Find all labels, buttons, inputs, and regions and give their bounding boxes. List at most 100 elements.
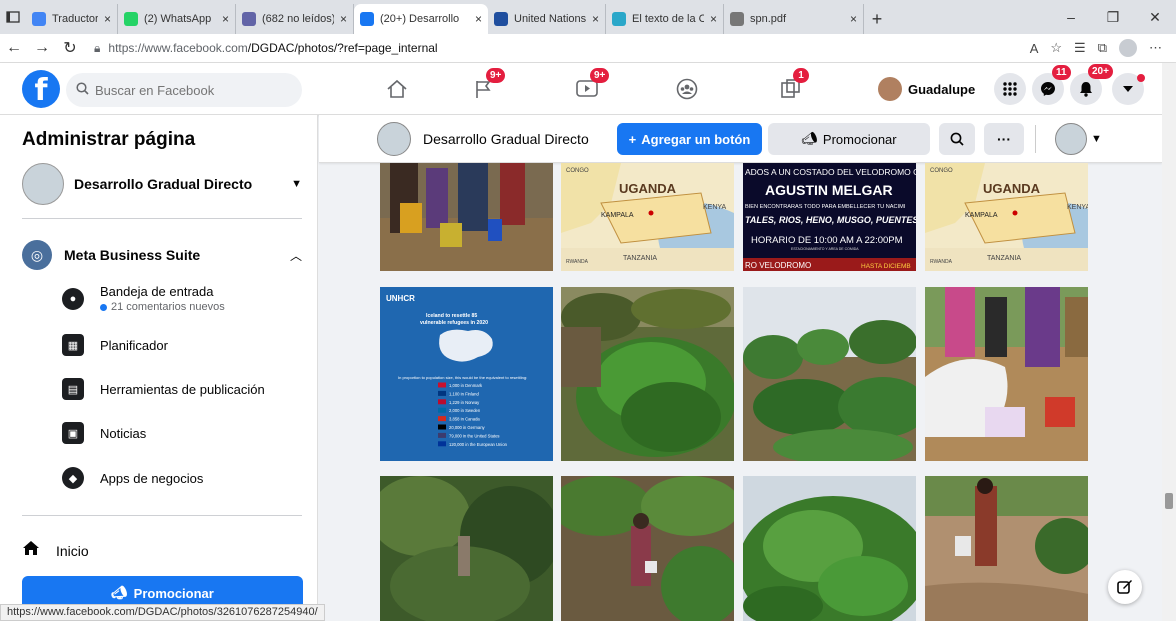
forward-icon[interactable]: → — [28, 39, 56, 57]
photo-tile[interactable] — [925, 476, 1088, 621]
tab-close-icon[interactable]: × — [475, 12, 482, 26]
business-apps-icon: ◆ — [62, 467, 84, 489]
poster-line4: TALES, RIOS, HENO, MUSGO, PUENTES — [745, 215, 916, 225]
photo-tile[interactable] — [561, 287, 734, 461]
sidebar-item-planner[interactable]: ▦ Planificador — [62, 334, 302, 356]
facebook-logo[interactable]: f — [22, 70, 60, 108]
messenger-badge: 11 — [1052, 65, 1071, 80]
photo-tile[interactable] — [743, 476, 916, 621]
page-scrollbar[interactable] — [1162, 63, 1176, 621]
scrollbar-thumb[interactable] — [1165, 493, 1173, 509]
reload-icon[interactable]: ↻ — [56, 38, 84, 58]
page-title[interactable]: Desarrollo Gradual Directo — [423, 131, 589, 147]
tab-close-icon[interactable]: × — [710, 12, 717, 26]
browser-profile-avatar[interactable] — [1119, 39, 1137, 57]
photo-tile[interactable]: UGANDA KAMPALA KENYA TANZANIA CONGO RWAN… — [561, 163, 734, 271]
browser-tab[interactable]: United Nations C × — [488, 4, 606, 34]
photo-tile[interactable]: UGANDA KAMPALA KENYA TANZANIA CONGO RWAN… — [925, 163, 1088, 271]
tab-close-icon[interactable]: × — [850, 12, 857, 26]
messenger-icon[interactable]: 11 — [1032, 65, 1071, 105]
sidebar-item-home[interactable]: Inicio — [22, 540, 89, 561]
photo-tile[interactable] — [743, 287, 916, 461]
promote-label: Promocionar — [133, 585, 214, 601]
photo-tile[interactable] — [561, 476, 734, 621]
sidebar-item-news[interactable]: ▣ Noticias — [62, 422, 302, 444]
photo-tile[interactable] — [380, 163, 553, 271]
restore-icon[interactable]: ❐ — [1092, 0, 1134, 34]
map-rw-label: RWANDA — [930, 259, 953, 265]
tab-favicon-icon — [494, 12, 508, 26]
browser-tab[interactable]: Traductor de Goo × — [26, 4, 118, 34]
tab-close-icon[interactable]: × — [592, 12, 599, 26]
photo-tile[interactable]: UNHCR Iceland to resettle 85 vulnerable r… — [380, 287, 553, 461]
page-selector[interactable]: Desarrollo Gradual Directo ▼ — [22, 163, 302, 205]
megaphone-icon: 📣︎ — [801, 131, 818, 146]
unhcr-brand: UNHCR — [386, 294, 415, 303]
new-message-button[interactable] — [1108, 570, 1142, 604]
sidebar-item-publishing-tools[interactable]: ▤ Herramientas de publicación — [62, 378, 302, 400]
search-input[interactable] — [95, 82, 275, 98]
search-box[interactable] — [66, 73, 302, 107]
browser-menu-icon[interactable]: ⋯ — [1149, 40, 1162, 56]
map-city-label: KAMPALA — [601, 212, 634, 219]
sidebar-item-business-apps[interactable]: ◆ Apps de negocios — [62, 467, 302, 489]
calendar-icon: ▦ — [62, 334, 84, 356]
pages-icon[interactable]: 9+ — [470, 68, 506, 101]
browser-tab[interactable]: (682 no leídos) - × — [236, 4, 354, 34]
more-options-button[interactable]: ··· — [984, 123, 1024, 155]
browser-tab[interactable]: spn.pdf × — [724, 4, 864, 34]
sidebar-item-label: Planificador — [100, 337, 168, 353]
profile-chip[interactable]: Guadalupe — [878, 75, 975, 103]
watch-icon[interactable]: 9+ — [574, 68, 610, 101]
tab-close-icon[interactable]: × — [340, 12, 347, 26]
url-field[interactable]: 🔒︎ https://www.facebook.com/DGDAC/photos… — [94, 41, 1030, 56]
map-west-label: CONGO — [566, 168, 589, 174]
page-search-button[interactable] — [939, 123, 975, 155]
inbox-icon: ● — [62, 287, 84, 310]
page-avatar[interactable] — [377, 122, 411, 156]
new-tab-button[interactable]: + — [864, 4, 890, 34]
promote-button[interactable]: 📣︎ Promocionar — [22, 576, 303, 607]
sidebar-item-label: Bandeja de entrada — [100, 284, 214, 299]
photo-tile[interactable] — [925, 287, 1088, 461]
tab-favicon-icon — [242, 12, 256, 26]
sidebar-item-inbox[interactable]: ● Bandeja de entrada 21 comentarios nuev… — [62, 284, 302, 313]
gaming-icon[interactable]: 1 — [778, 68, 809, 101]
browser-tab[interactable]: (2) WhatsApp × — [118, 4, 236, 34]
collections-icon[interactable]: ⧉ — [1098, 40, 1107, 56]
tab-close-icon[interactable]: × — [222, 12, 229, 26]
poster-line6: ESTACIONAMIENTO Y AREA DE COMIDA — [791, 247, 859, 251]
window-controls: – ❐ ✕ — [1050, 0, 1176, 34]
browser-tab[interactable]: (20+) Desarrollo × — [354, 4, 488, 34]
browser-tab[interactable]: El texto de la Cor × — [606, 4, 724, 34]
minimize-icon[interactable]: – — [1050, 0, 1092, 34]
chevron-up-icon: ︿ — [289, 248, 302, 263]
read-aloud-icon[interactable]: A — [1030, 41, 1039, 56]
tab-close-icon[interactable]: × — [104, 12, 111, 26]
flag-icon — [438, 424, 446, 430]
tab-title: (2) WhatsApp — [144, 13, 212, 25]
tab-actions-icon[interactable] — [0, 0, 26, 34]
close-window-icon[interactable]: ✕ — [1134, 0, 1176, 34]
add-button-button[interactable]: + Agregar un botón — [617, 123, 762, 155]
acting-as-selector[interactable]: ▼ — [1055, 123, 1102, 155]
photo-tile[interactable] — [380, 476, 553, 621]
photo-tile[interactable]: ADOS A UN COSTADO DEL VELODROMO OLIM AGU… — [743, 163, 916, 271]
home-icon[interactable] — [384, 77, 410, 101]
favorites-list-icon[interactable]: ☰ — [1074, 40, 1086, 56]
back-icon[interactable]: ← — [0, 39, 28, 57]
account-menu-icon[interactable] — [1112, 73, 1145, 105]
unread-dot — [100, 303, 107, 311]
groups-icon[interactable] — [674, 77, 700, 101]
meta-business-suite-header[interactable]: ◎ Meta Business Suite ︿ — [22, 239, 302, 271]
promote-page-button[interactable]: 📣︎ Promocionar — [768, 123, 930, 155]
meta-suite-icon: ◎ — [22, 240, 52, 270]
facebook-top-bar: f 9+ 9+ 1 Guadalupe 11 20+ — [0, 63, 1176, 115]
search-icon — [950, 132, 964, 146]
favorite-icon[interactable]: ☆ — [1050, 40, 1062, 56]
notifications-badge: 20+ — [1088, 64, 1113, 79]
page-name: Desarrollo Gradual Directo — [74, 176, 253, 192]
menu-grid-icon[interactable] — [994, 73, 1026, 105]
notifications-icon[interactable]: 20+ — [1070, 64, 1113, 105]
flag-icon — [438, 432, 446, 438]
